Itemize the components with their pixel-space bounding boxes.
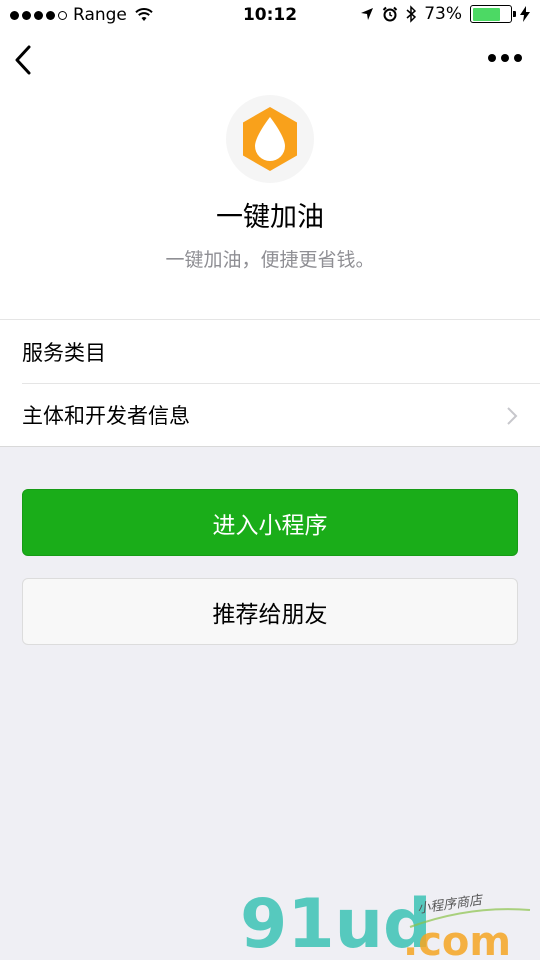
status-bar: Range 10:12 73% xyxy=(0,0,540,30)
battery-percent: 73% xyxy=(424,4,462,24)
list-item-developer-info[interactable]: 主体和开发者信息 xyxy=(22,383,540,446)
battery-icon xyxy=(470,5,516,23)
alarm-icon xyxy=(382,6,398,22)
app-description: 一键加油，便捷更省钱。 xyxy=(165,249,375,271)
list-item-label: 服务类目 xyxy=(22,340,106,365)
app-profile: 一键加油 一键加油，便捷更省钱。 xyxy=(0,90,540,320)
charging-bolt-icon xyxy=(520,6,530,22)
info-list: 服务类目 主体和开发者信息 xyxy=(0,319,540,447)
battery-level-fill xyxy=(472,7,500,21)
nav-bar xyxy=(0,30,540,90)
chevron-left-icon[interactable] xyxy=(12,44,36,76)
status-bar-right: 73% xyxy=(360,4,530,24)
recommend-to-friend-button[interactable]: 推荐给朋友 xyxy=(22,578,518,645)
more-dots-icon[interactable] xyxy=(488,54,522,62)
list-item-label: 主体和开发者信息 xyxy=(22,404,190,428)
fuel-drop-hexagon-icon xyxy=(243,107,297,171)
enter-mini-program-button[interactable]: 进入小程序 xyxy=(22,489,518,556)
bluetooth-icon xyxy=(406,5,417,23)
list-item-service-category[interactable]: 服务类目 xyxy=(22,320,540,383)
svg-text:.com: .com xyxy=(403,919,511,960)
chevron-right-icon xyxy=(507,407,518,425)
location-arrow-icon xyxy=(361,8,374,20)
site-watermark-logo: 91ud .com 小程序商店 xyxy=(240,885,531,960)
app-title: 一键加油 xyxy=(216,202,324,233)
app-logo xyxy=(226,95,314,183)
